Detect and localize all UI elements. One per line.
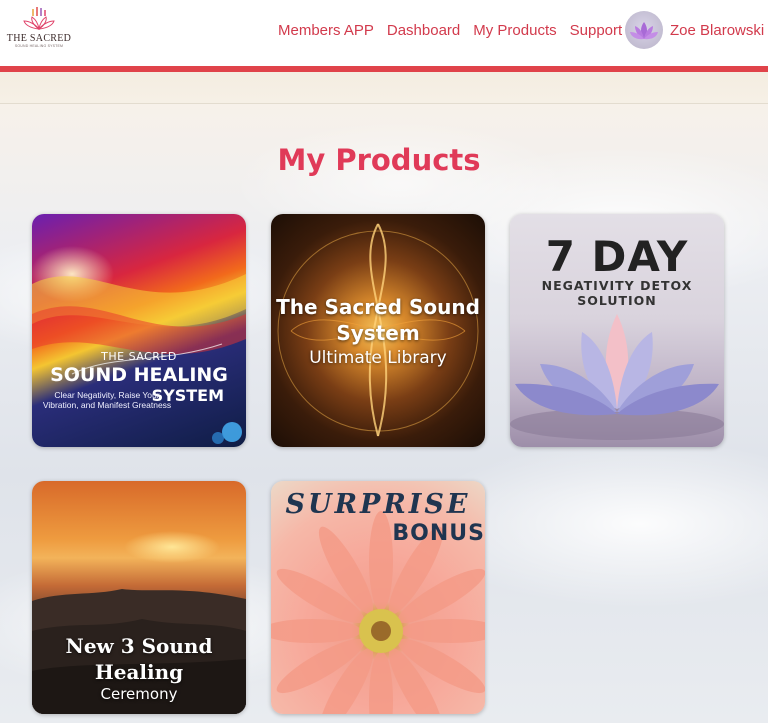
product-title-line: The Sacred Sound System xyxy=(276,295,480,345)
lotus-logo-icon xyxy=(23,7,55,31)
main-nav: Members APP Dashboard My Products Suppor… xyxy=(278,0,635,60)
page-title: My Products xyxy=(277,143,481,177)
nav-link-support[interactable]: Support xyxy=(570,22,623,39)
product-title-line: New 3 Sound Healing xyxy=(65,634,213,684)
product-subtitle: NEGATIVITY DETOX SOLUTION xyxy=(541,278,693,308)
site-header: THE SACRED SOUND HEALING SYSTEM Members … xyxy=(0,0,768,66)
user-menu[interactable]: Zoe Blarowski xyxy=(625,11,764,49)
product-title-line: THE SACRED xyxy=(101,350,177,363)
product-subtitle: Ultimate Library xyxy=(309,348,447,368)
nav-link-my-products[interactable]: My Products xyxy=(473,22,556,39)
nav-link-dashboard[interactable]: Dashboard xyxy=(387,22,460,39)
user-name[interactable]: Zoe Blarowski xyxy=(670,22,764,39)
product-card-sound-healing-system[interactable]: THE SACRED SOUND HEALING SYSTEM Clear Ne… xyxy=(32,214,246,447)
product-card-sound-healing-ceremony[interactable]: New 3 Sound Healing Ceremony xyxy=(32,481,246,714)
lotus-icon xyxy=(630,22,658,40)
product-card-ultimate-library[interactable]: The Sacred Sound System Ultimate Library xyxy=(271,214,485,447)
product-subtitle: BONUS xyxy=(392,521,485,546)
nav-link-members-app[interactable]: Members APP xyxy=(278,22,374,39)
site-logo[interactable]: THE SACRED SOUND HEALING SYSTEM xyxy=(6,7,72,53)
product-tagline: Clear Negativity, Raise Your Vibration, … xyxy=(42,390,172,410)
product-title-line: SURPRISE xyxy=(285,489,471,520)
product-title-line: 7 DAY xyxy=(545,232,689,281)
product-cover-image xyxy=(32,274,246,444)
sub-header-bar xyxy=(0,72,768,104)
avatar[interactable] xyxy=(625,11,663,49)
logo-title: THE SACRED xyxy=(6,33,72,44)
product-subtitle: Ceremony xyxy=(100,685,178,703)
product-title-line: SOUND HEALING xyxy=(50,364,228,386)
product-card-surprise-bonus[interactable]: SURPRISE BONUS xyxy=(271,481,485,714)
logo-subtitle: SOUND HEALING SYSTEM xyxy=(14,44,64,48)
product-card-negativity-detox[interactable]: 7 DAY NEGATIVITY DETOX SOLUTION xyxy=(510,214,724,447)
